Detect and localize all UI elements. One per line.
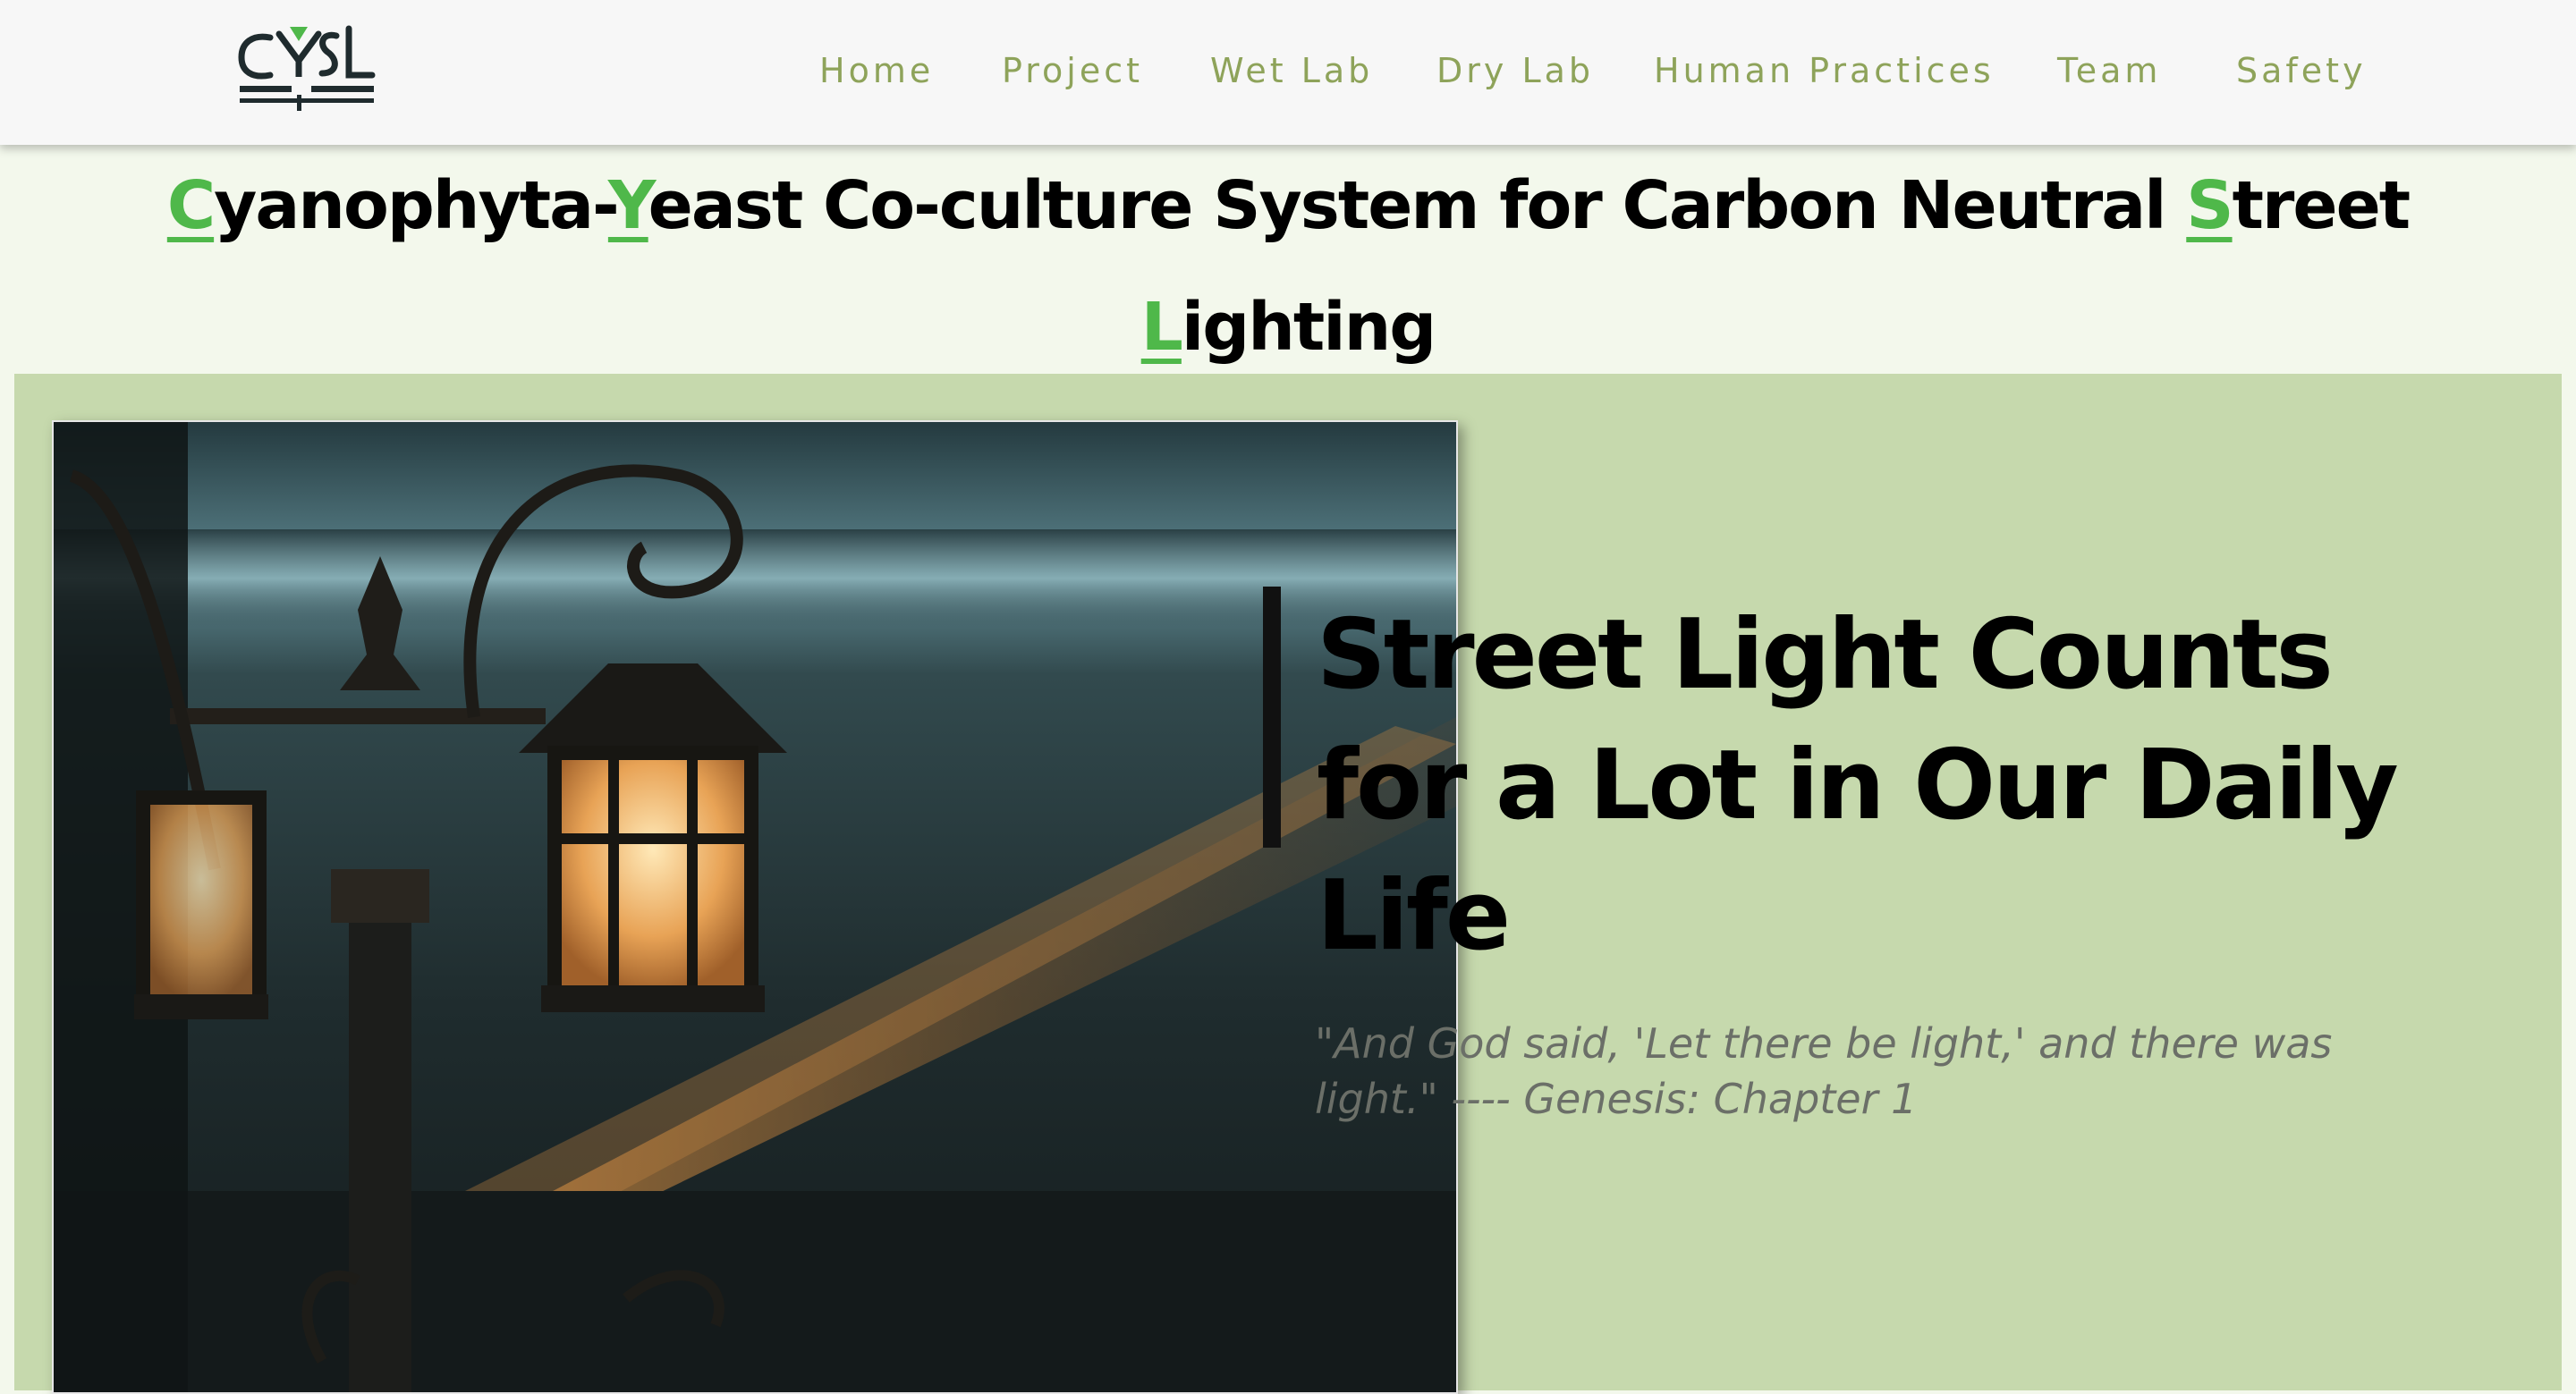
nav-wet-lab[interactable]: Wet Lab — [1210, 48, 1373, 93]
nav-dry-lab[interactable]: Dry Lab — [1436, 48, 1594, 93]
nav-home[interactable]: Home — [819, 48, 934, 93]
title-segment-3: treet — [2232, 167, 2411, 244]
street-lamp-illustration — [54, 422, 1456, 1392]
title-segment-2: east Co-culture System for Carbon Neutra… — [648, 167, 2187, 244]
top-navbar: Home Project Wet Lab Dry Lab Human Pract… — [0, 0, 2576, 145]
main-menu: Home Project Wet Lab Dry Lab Human Pract… — [0, 48, 2576, 102]
nav-safety[interactable]: Safety — [2236, 48, 2367, 93]
title-segment-1: yanophyta- — [214, 167, 610, 244]
street-lamp-photo — [52, 420, 1458, 1394]
quote-accent-bar — [1263, 587, 1281, 848]
title-initial-c: C — [166, 167, 216, 244]
genesis-quote: "And God said, 'Let there be light,' and… — [1315, 1019, 2333, 1123]
page-title: Cyanophyta-Yeast Co-culture System for C… — [89, 145, 2487, 388]
nav-team[interactable]: Team — [2057, 48, 2161, 93]
title-initial-s: S — [2186, 167, 2233, 244]
feature-headline: Street Light Counts for a Lot in Our Dai… — [1317, 599, 2399, 972]
nav-human-practices[interactable]: Human Practices — [1654, 48, 1995, 93]
title-segment-4: ighting — [1181, 289, 1436, 366]
nav-project[interactable]: Project — [1002, 48, 1143, 93]
title-initial-l: L — [1140, 289, 1183, 366]
title-initial-y: Y — [607, 167, 650, 244]
